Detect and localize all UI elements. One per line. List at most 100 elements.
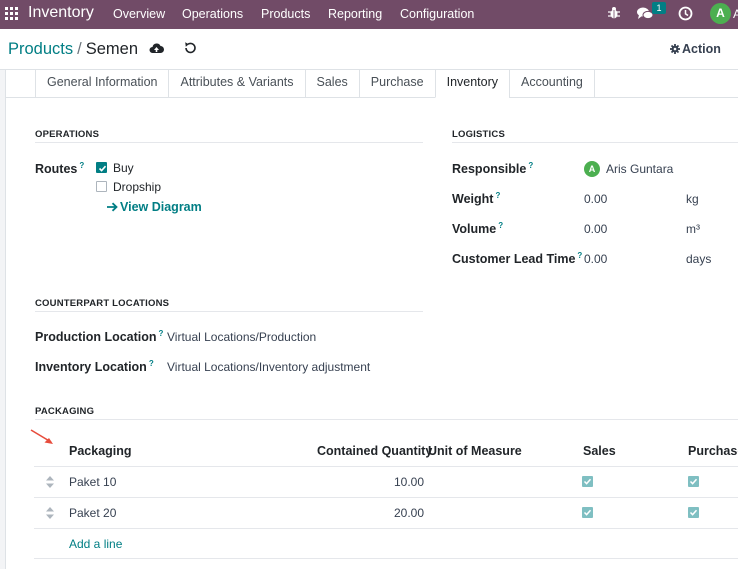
apps-grid-icon[interactable] <box>5 7 18 20</box>
check-icon <box>583 478 592 485</box>
chat-icon[interactable] <box>637 7 653 21</box>
contained-qty-cell[interactable]: 10.00 <box>394 475 424 489</box>
menu-configuration[interactable]: Configuration <box>400 7 474 21</box>
customer-lead-time-label: Customer Lead Time? <box>452 251 582 266</box>
check-icon <box>689 478 698 485</box>
weight-label: Weight? <box>452 191 500 206</box>
discard-icon[interactable] <box>183 41 197 55</box>
breadcrumb: Products / Semen <box>8 40 138 59</box>
route-buy-label: Buy <box>113 161 134 175</box>
responsible-help-icon[interactable]: ? <box>528 161 533 170</box>
user-avatar[interactable]: A <box>710 3 731 24</box>
menu-products[interactable]: Products <box>261 7 310 21</box>
col-contained-quantity[interactable]: Contained Quantity <box>317 444 432 458</box>
production-location-value[interactable]: Virtual Locations/Production <box>167 330 316 344</box>
volume-label: Volume? <box>452 221 503 236</box>
purchase-checkbox[interactable] <box>688 507 699 518</box>
action-button[interactable]: Action <box>670 42 721 56</box>
menu-reporting[interactable]: Reporting <box>328 7 382 21</box>
action-label: Action <box>682 42 721 56</box>
tab-accounting[interactable]: Accounting <box>509 70 595 98</box>
check-icon <box>689 509 698 516</box>
production-label-text: Production Location <box>35 330 157 344</box>
arrow-right-icon <box>107 202 118 212</box>
top-navbar: Inventory Overview Operations Products R… <box>0 0 738 29</box>
breadcrumb-products[interactable]: Products <box>8 40 73 58</box>
drag-handle-icon[interactable] <box>46 507 54 519</box>
weight-unit: kg <box>686 192 699 206</box>
table-row[interactable]: Paket 20 20.00 <box>34 497 738 528</box>
check-icon <box>583 509 592 516</box>
lead-help-icon[interactable]: ? <box>577 251 582 260</box>
logistics-title: LOGISTICS <box>452 129 505 140</box>
breadcrumb-separator: / <box>77 40 82 58</box>
form-sheet: General Information Attributes & Variant… <box>5 70 738 569</box>
customer-lead-time-unit: days <box>686 252 712 266</box>
responsible-avatar: A <box>584 161 600 177</box>
breadcrumb-current: Semen <box>85 40 138 58</box>
route-dropship-label: Dropship <box>113 180 162 194</box>
routes-help-icon[interactable]: ? <box>79 161 84 170</box>
route-buy-checkbox[interactable] <box>96 162 107 173</box>
responsible-label-text: Responsible <box>452 162 527 176</box>
purchase-checkbox[interactable] <box>688 476 699 487</box>
view-diagram-label: View Diagram <box>120 200 202 214</box>
customer-lead-time-input[interactable]: 0.00 <box>584 252 607 266</box>
sales-checkbox[interactable] <box>582 507 593 518</box>
packaging-divider <box>35 419 738 420</box>
view-diagram-link[interactable]: View Diagram <box>107 200 202 214</box>
lead-label-text: Customer Lead Time <box>452 252 576 266</box>
operations-divider <box>35 142 423 143</box>
col-purchase[interactable]: Purchase <box>688 444 738 458</box>
responsible-value[interactable]: Aris Guntara <box>606 162 673 176</box>
table-row[interactable]: Paket 10 10.00 <box>34 466 738 497</box>
weight-input[interactable]: 0.00 <box>584 192 607 206</box>
weight-help-icon[interactable]: ? <box>495 191 500 200</box>
bug-icon[interactable] <box>607 6 621 20</box>
check-icon <box>98 165 107 172</box>
logistics-divider <box>452 142 738 143</box>
packaging-name-cell[interactable]: Paket 10 <box>69 475 116 489</box>
add-line-link[interactable]: Add a line <box>69 537 122 551</box>
tab-sales[interactable]: Sales <box>304 70 360 98</box>
production-location-label: Production Location? <box>35 329 163 344</box>
col-unit-of-measure[interactable]: Unit of Measure <box>428 444 522 458</box>
tab-attributes-variants[interactable]: Attributes & Variants <box>168 70 306 98</box>
drag-handle-icon[interactable] <box>46 476 54 488</box>
production-help-icon[interactable]: ? <box>159 329 164 338</box>
route-dropship-checkbox[interactable] <box>96 181 107 192</box>
notebook-tabs: General Information Attributes & Variant… <box>35 70 595 98</box>
tab-general-information[interactable]: General Information <box>35 70 170 98</box>
contained-qty-cell[interactable]: 20.00 <box>394 506 424 520</box>
chat-badge: 1 <box>652 2 666 14</box>
responsible-label: Responsible? <box>452 161 533 176</box>
routes-label: Routes? <box>35 161 84 176</box>
cloud-upload-icon[interactable] <box>149 42 164 54</box>
inventory-help-icon[interactable]: ? <box>149 359 154 368</box>
activity-clock-icon[interactable] <box>678 6 693 21</box>
col-sales[interactable]: Sales <box>583 444 616 458</box>
add-line-row: Add a line <box>34 528 738 559</box>
menu-operations[interactable]: Operations <box>182 7 243 21</box>
volume-unit: m³ <box>686 222 700 236</box>
volume-help-icon[interactable]: ? <box>498 221 503 230</box>
menu-overview[interactable]: Overview <box>113 7 165 21</box>
tab-inventory[interactable]: Inventory <box>434 70 511 98</box>
tab-purchase[interactable]: Purchase <box>358 70 436 98</box>
gear-icon <box>670 44 680 54</box>
sales-checkbox[interactable] <box>582 476 593 487</box>
counterpart-title: COUNTERPART LOCATIONS <box>35 298 170 309</box>
col-packaging[interactable]: Packaging <box>69 444 132 458</box>
volume-label-text: Volume <box>452 222 497 236</box>
user-name[interactable]: A <box>733 7 738 21</box>
inventory-label-text: Inventory Location <box>35 360 147 374</box>
app-brand[interactable]: Inventory <box>28 4 94 22</box>
packaging-name-cell[interactable]: Paket 20 <box>69 506 116 520</box>
operations-title: OPERATIONS <box>35 129 100 140</box>
red-arrow-annotation <box>30 429 53 444</box>
inventory-location-value[interactable]: Virtual Locations/Inventory adjustment <box>167 360 370 374</box>
table-bottom-divider <box>34 558 738 559</box>
volume-input[interactable]: 0.00 <box>584 222 607 236</box>
routes-label-text: Routes <box>35 162 78 176</box>
counterpart-divider <box>35 311 423 312</box>
